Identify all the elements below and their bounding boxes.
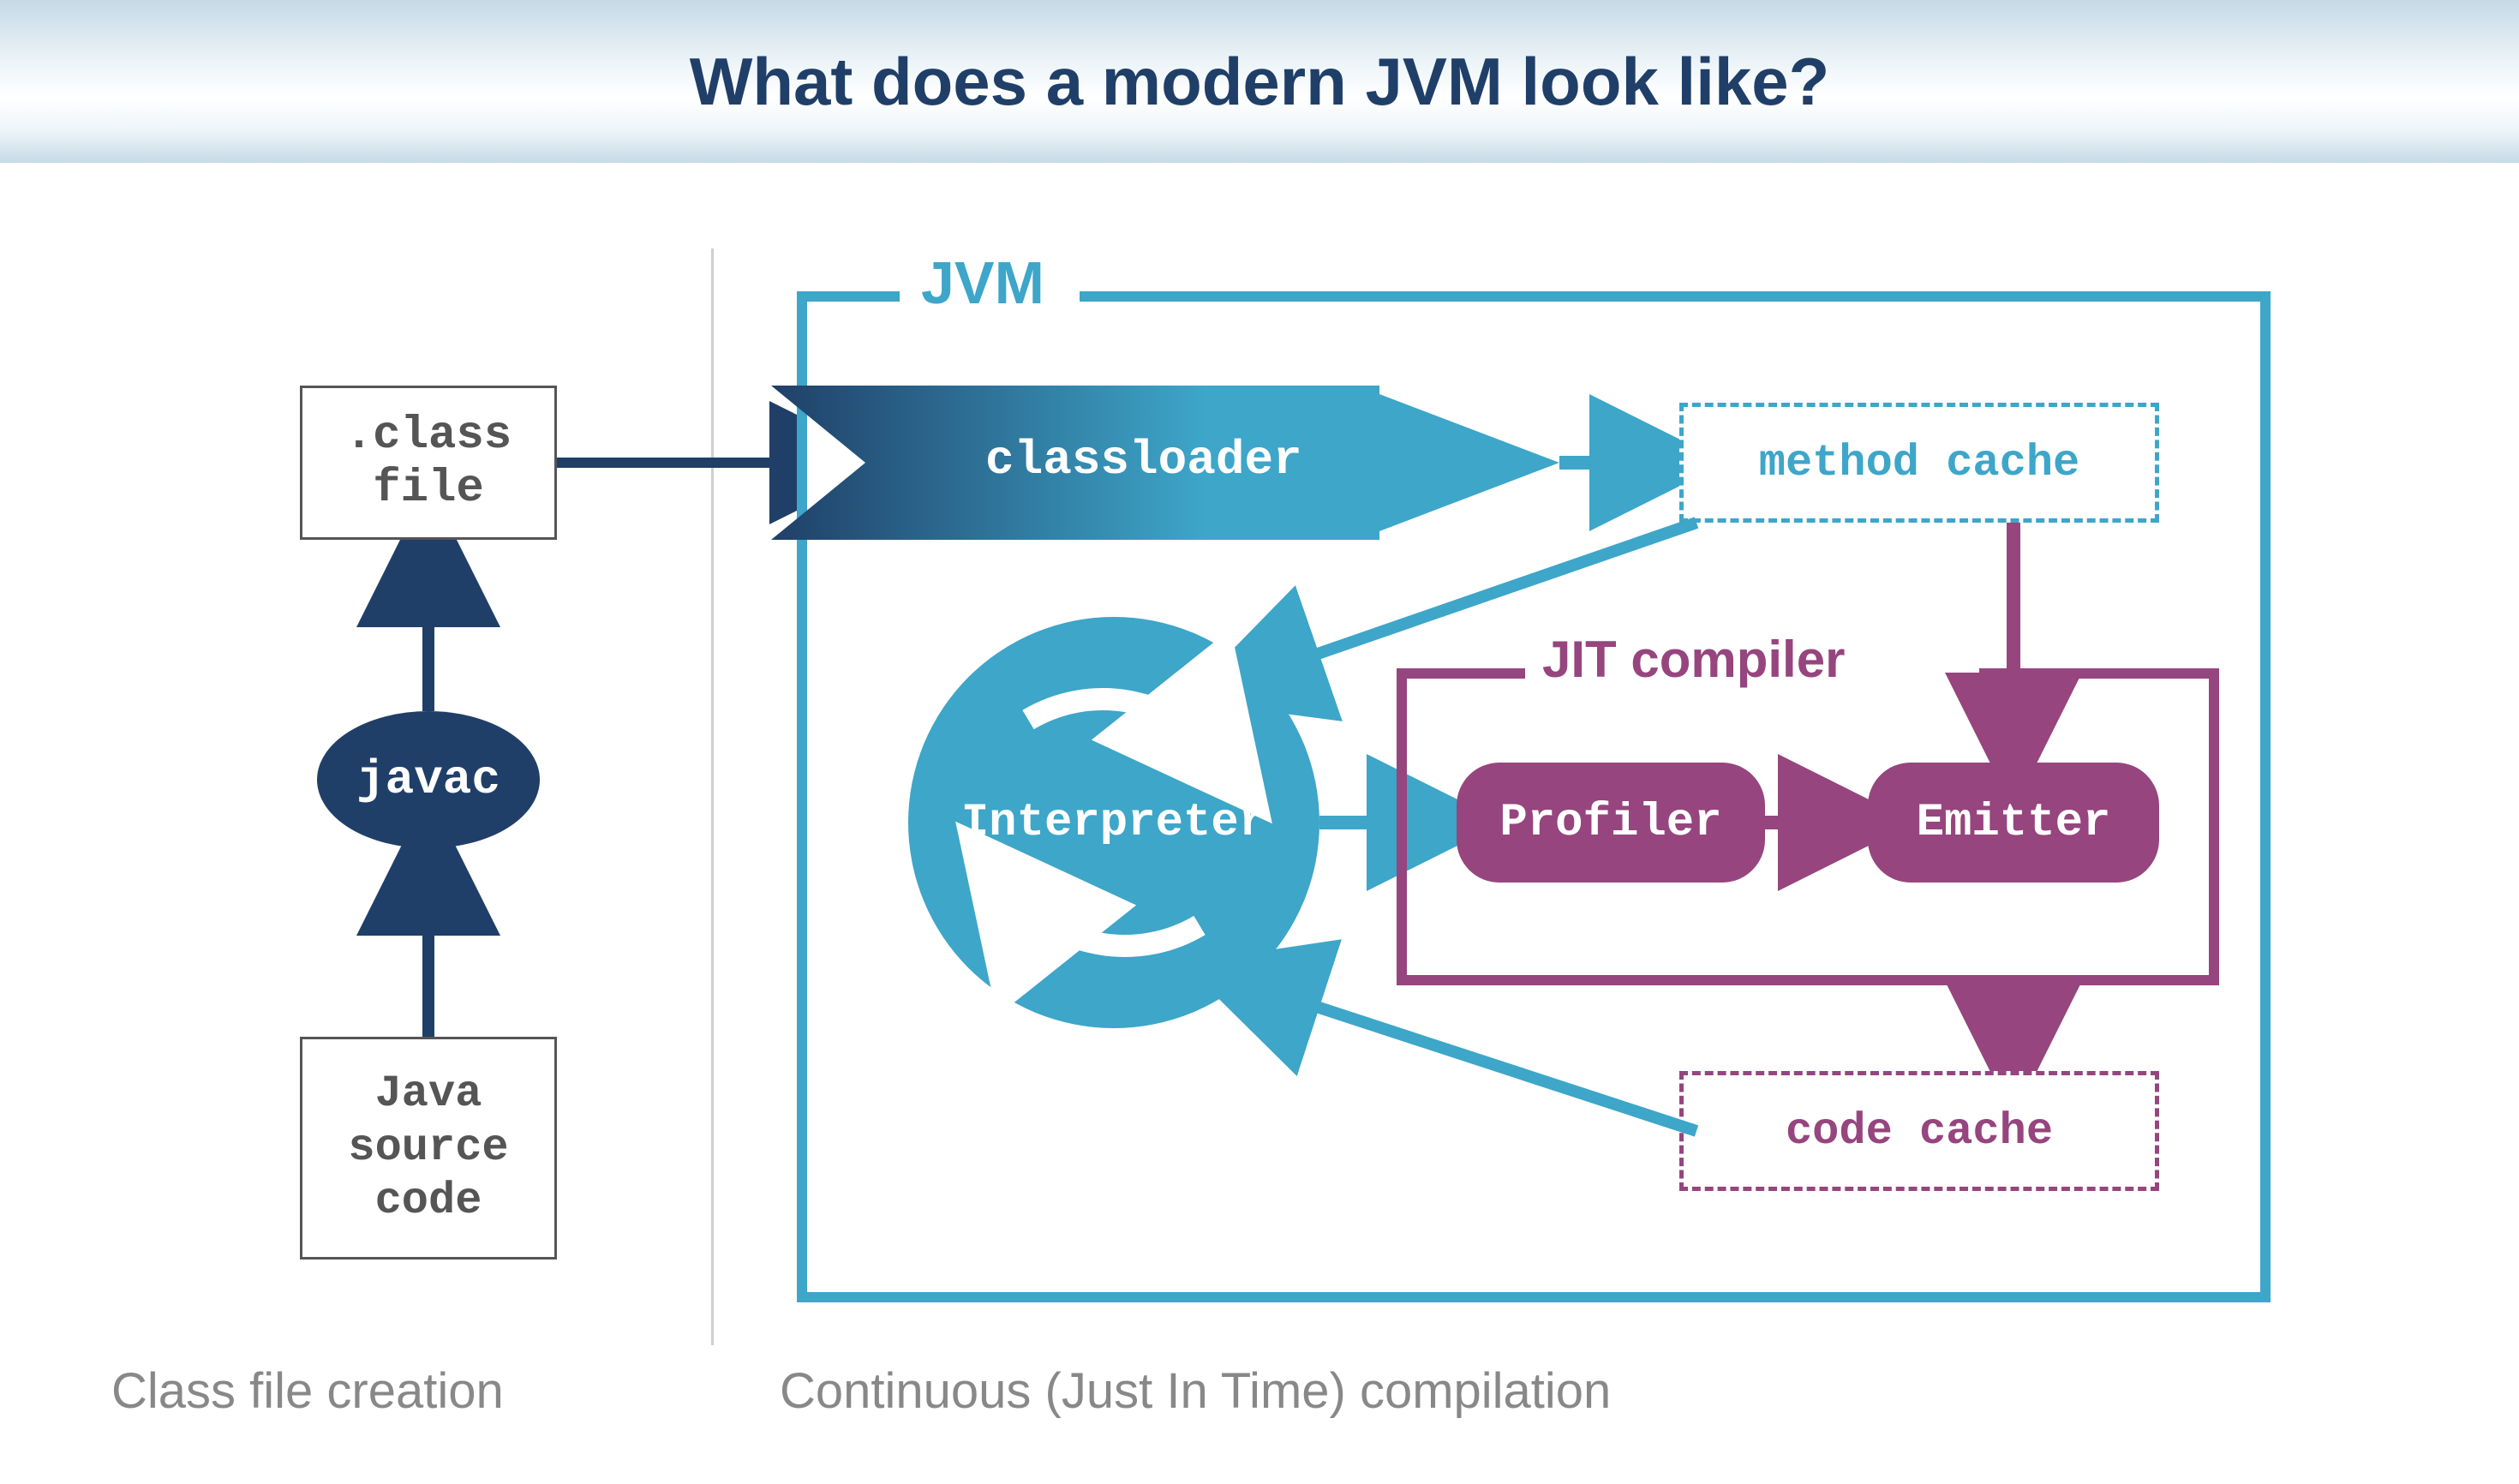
jit-border-segment xyxy=(1397,668,1525,679)
profiler-node: Profiler xyxy=(1457,763,1765,883)
java-source-label: Java source code xyxy=(348,1068,508,1228)
javac-label: javac xyxy=(356,752,500,807)
classloader-label: classloader xyxy=(985,433,1302,488)
title-bar: What does a modern JVM look like? xyxy=(0,0,2519,163)
arrow-classloader-to-methodcache xyxy=(1559,446,1679,480)
jvm-label: JVM xyxy=(921,248,1044,317)
jit-compiler-label: JIT compiler xyxy=(1542,630,1845,689)
java-source-box: Java source code xyxy=(300,1037,557,1260)
interpreter-label: Interpreter xyxy=(961,797,1266,849)
code-cache-label: code cache xyxy=(1786,1106,2053,1157)
arrow-methodcache-to-jit xyxy=(1996,523,2031,763)
emitter-node: Emitter xyxy=(1868,763,2159,883)
arrow-emitter-to-codecache xyxy=(1996,985,2031,1071)
profiler-label: Profiler xyxy=(1499,797,1721,849)
code-cache-box: code cache xyxy=(1679,1071,2159,1191)
class-file-label: .class file xyxy=(345,410,512,516)
left-caption: Class file creation xyxy=(111,1362,504,1420)
page-title: What does a modern JVM look like? xyxy=(690,43,1830,121)
javac-node: javac xyxy=(317,711,540,848)
arrow-profiler-to-emitter xyxy=(1765,805,1868,840)
emitter-label: Emitter xyxy=(1917,797,2111,849)
arrow-javac-to-classfile xyxy=(411,540,446,711)
arrow-codecache-to-interpreter xyxy=(1234,968,1714,1140)
vertical-divider xyxy=(711,248,714,1345)
jvm-border-segment xyxy=(797,291,900,302)
jvm-border-segment xyxy=(1080,291,2271,302)
class-file-box: .class file xyxy=(300,386,557,540)
arrow-source-to-javac xyxy=(411,848,446,1037)
diagram-canvas: Java source code javac .class file Class… xyxy=(0,163,2519,1484)
method-cache-box: method cache xyxy=(1679,403,2159,523)
right-caption: Continuous (Just In Time) compilation xyxy=(780,1362,1611,1420)
interpreter-node: Interpreter xyxy=(908,617,1319,1028)
method-cache-label: method cache xyxy=(1759,438,2079,488)
